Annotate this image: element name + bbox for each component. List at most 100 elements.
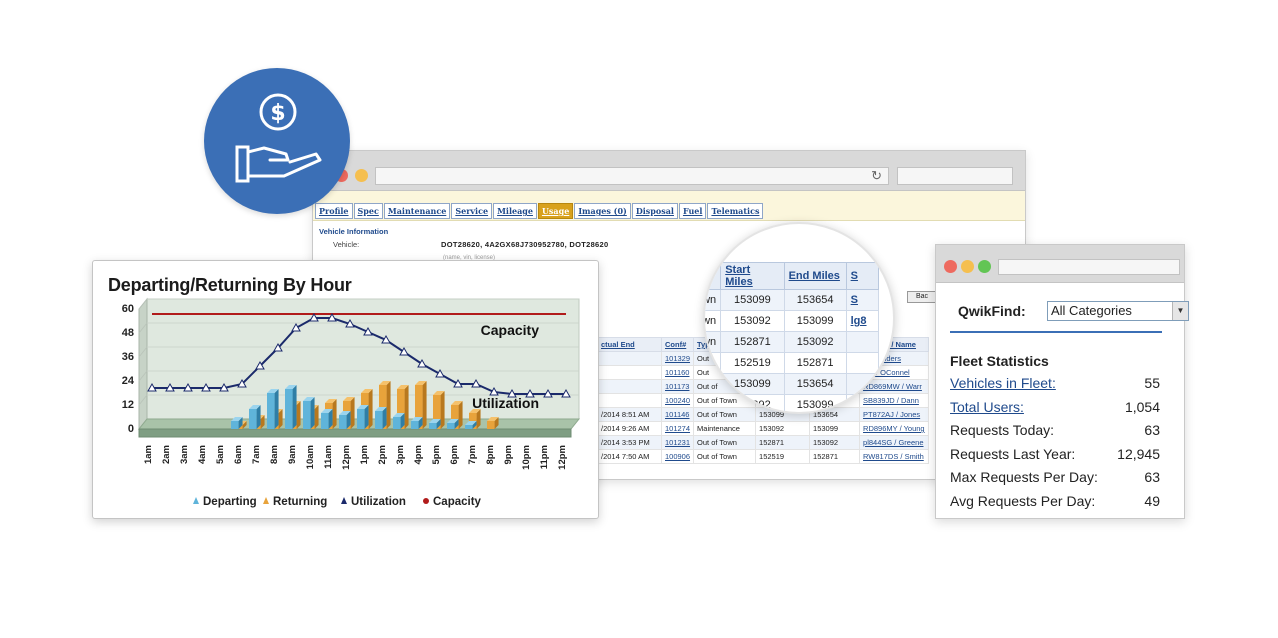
- tab-maintenance[interactable]: Maintenance: [383, 203, 451, 219]
- user-link[interactable]: RW817DS / Smith: [859, 449, 929, 464]
- y-tick-label: 24: [122, 375, 135, 387]
- table-cell: own: [705, 331, 722, 353]
- chevron-down-icon[interactable]: ▼: [1172, 302, 1188, 320]
- table-cell: own: [705, 310, 722, 332]
- stat-row: Total Users: 1,054: [950, 399, 1160, 417]
- fleet-stats-window: QwikFind: All Categories ▼ Fleet Statist…: [935, 244, 1189, 519]
- conf-link[interactable]: 101231: [660, 435, 695, 450]
- vehicle-tabs: Profile Spec Maintenance Service Mileage Usag…: [313, 191, 1025, 221]
- stats-titlebar: [936, 245, 1184, 283]
- table-cell: /2014 9:26 AM: [597, 421, 662, 436]
- x-tick-label: 10pm: [521, 445, 532, 470]
- x-tick-label: 10am: [305, 445, 316, 469]
- column-header[interactable]: ctual End: [597, 337, 662, 352]
- browser-search-box[interactable]: [897, 167, 1013, 185]
- conf-link[interactable]: 100240: [660, 393, 695, 408]
- table-cell: 153654: [783, 373, 847, 395]
- tab-images-0[interactable]: Images (0): [574, 203, 631, 219]
- conf-link[interactable]: 101274: [660, 421, 695, 436]
- returning-bar-side: [404, 385, 409, 429]
- legend-marker: [341, 497, 347, 504]
- tab-mileage[interactable]: Mileage: [493, 203, 537, 219]
- stat-value: 63: [1144, 422, 1160, 438]
- conf-link[interactable]: 101329: [660, 351, 695, 366]
- table-cell[interactable]: [845, 394, 880, 412]
- conf-link[interactable]: 101173: [660, 379, 695, 394]
- table-cell[interactable]: [845, 352, 880, 374]
- x-tick-label: 6am: [233, 445, 244, 464]
- reload-icon[interactable]: ↻: [871, 168, 882, 184]
- legend-label: Returning: [273, 496, 327, 508]
- returning-bar-side: [458, 401, 463, 429]
- x-tick-label: 1am: [143, 445, 154, 464]
- stats-address-bar[interactable]: [998, 259, 1180, 275]
- tab-fuel[interactable]: Fuel: [678, 203, 707, 219]
- user-link[interactable]: pl844SG / Greene: [859, 435, 929, 450]
- conf-link[interactable]: 101146: [660, 407, 695, 422]
- table-row: own152871153092: [705, 331, 880, 353]
- minimize-dot[interactable]: [961, 260, 974, 273]
- table-cell[interactable]: [845, 331, 880, 353]
- table-cell: 152871: [809, 449, 861, 464]
- table-cell: Out of Town: [693, 449, 757, 464]
- stat-label[interactable]: Vehicles in Fleet:: [950, 375, 1056, 391]
- departing-bar-side: [364, 405, 369, 429]
- tab-usage[interactable]: Usage: [537, 203, 574, 219]
- stat-row: Max Requests Per Day: 63: [950, 469, 1160, 487]
- departing-bar-side: [274, 389, 279, 429]
- table-cell: 153099: [809, 421, 861, 436]
- capacity-annotation: Capacity: [481, 322, 540, 338]
- table-cell[interactable]: lg8: [845, 310, 880, 332]
- departing-bar-side: [292, 385, 297, 429]
- table-row: own153099153654S: [705, 289, 880, 311]
- table-cell[interactable]: S: [845, 289, 880, 311]
- table-cell[interactable]: [845, 373, 880, 395]
- returning-bar-side: [422, 381, 427, 429]
- address-bar[interactable]: ↻: [375, 167, 889, 185]
- departing-bar: [249, 409, 257, 429]
- column-header[interactable]: S: [845, 262, 880, 290]
- close-dot[interactable]: [944, 260, 957, 273]
- stat-value: 63: [1144, 469, 1160, 485]
- x-tick-label: 3am: [179, 445, 190, 464]
- column-header[interactable]: Conf#: [660, 337, 695, 352]
- legend-marker: [193, 497, 199, 504]
- minimize-dot[interactable]: [355, 169, 368, 182]
- back-button[interactable]: Bac: [907, 291, 937, 303]
- x-tick-label: 2pm: [377, 445, 388, 465]
- conf-link[interactable]: 101160: [660, 365, 695, 380]
- stat-label[interactable]: Total Users:: [950, 399, 1024, 415]
- returning-bar-side: [368, 389, 373, 429]
- vehicle-label: Vehicle:: [333, 240, 360, 249]
- qwikfind-select[interactable]: All Categories ▼: [1047, 301, 1189, 321]
- stat-row: Avg Requests Per Day: 49: [950, 493, 1160, 511]
- user-link[interactable]: RD896MY / Young: [859, 421, 929, 436]
- column-header[interactable]: Start Miles: [720, 262, 785, 290]
- maximize-dot[interactable]: [978, 260, 991, 273]
- conf-link[interactable]: 100906: [660, 449, 695, 464]
- tab-spec[interactable]: Spec: [353, 203, 383, 219]
- fleet-statistics-title: Fleet Statistics: [950, 353, 1049, 369]
- legend-label: Utilization: [351, 496, 406, 508]
- table-cell: [597, 351, 662, 366]
- x-tick-label: 9am: [287, 445, 298, 464]
- departing-bar: [267, 393, 275, 429]
- tab-telematics[interactable]: Telematics: [707, 203, 764, 219]
- qwikfind-label: QwikFind:: [958, 303, 1026, 319]
- tab-service[interactable]: Service: [451, 203, 493, 219]
- column-header[interactable]: pe: [705, 262, 722, 290]
- tab-disposal[interactable]: Disposal: [631, 203, 678, 219]
- lens-header-row: peStart MilesEnd MilesS: [705, 262, 880, 290]
- legend-label: Capacity: [433, 496, 482, 508]
- table-cell: 152871: [755, 435, 811, 450]
- table-cell: Maintenance: [693, 421, 757, 436]
- x-tick-label: 7am: [251, 445, 262, 464]
- column-header[interactable]: End Miles: [783, 262, 847, 290]
- x-tick-label: 4pm: [413, 445, 424, 465]
- chart-side-wall: [138, 297, 148, 431]
- departing-bar: [375, 411, 383, 429]
- stat-value: 1,054: [1124, 398, 1160, 415]
- departing-bar: [357, 409, 365, 429]
- table-cell: own: [705, 352, 722, 374]
- hand-holding-dollar-icon: $: [235, 93, 322, 183]
